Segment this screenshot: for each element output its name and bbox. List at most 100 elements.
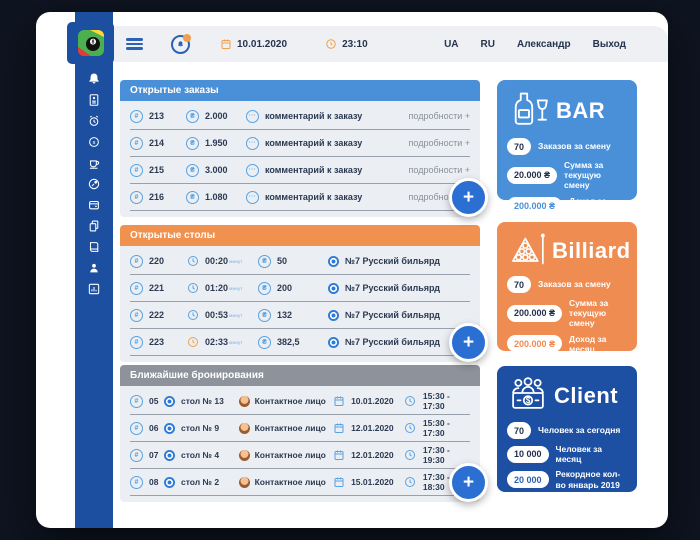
clock-icon <box>404 449 417 462</box>
lang-ru-button[interactable]: RU <box>481 39 495 50</box>
table-row[interactable]: #223 02:33минут ₴382,5 №7 Русский бильяр… <box>130 329 470 356</box>
sidebar-item-journal[interactable] <box>87 240 102 254</box>
calendar-icon <box>332 422 345 435</box>
order-row[interactable]: #215 ₴3.000 ···комментарий к заказу подр… <box>130 157 470 184</box>
sidebar-item-statistics[interactable] <box>87 282 102 296</box>
contact-avatar <box>239 477 250 488</box>
comment-icon: ··· <box>246 164 259 177</box>
currency-icon: ₴ <box>258 282 271 295</box>
wrench-icon <box>87 177 101 191</box>
sidebar-item-staff[interactable] <box>87 93 102 107</box>
number-icon: # <box>130 395 143 408</box>
add-booking-button[interactable]: + <box>449 463 488 502</box>
clock-icon <box>186 255 199 268</box>
add-table-button[interactable]: + <box>449 323 488 362</box>
user-menu[interactable]: Александр <box>517 39 571 50</box>
contact-avatar <box>239 450 250 461</box>
bar-bottle-glass-icon <box>507 89 551 133</box>
booking-date: 15.01.2020 <box>351 477 394 487</box>
order-comment: комментарий к заказу <box>265 165 362 175</box>
number-icon: # <box>130 282 143 295</box>
clock-icon-alert <box>186 336 199 349</box>
client-stats-card: $ Client 70Человек за сегодня 10 000Чело… <box>497 366 637 492</box>
table-row[interactable]: #221 01:20минут ₴200 №7 Русский бильярд <box>130 275 470 302</box>
time-unit: минут <box>229 313 243 318</box>
app-window: 8 8 1 <box>36 12 668 528</box>
details-link[interactable]: подробности + <box>409 138 470 148</box>
billiard-rack-icon <box>507 231 547 271</box>
section-title: Открытые заказы <box>130 85 219 96</box>
billiard-ball-icon <box>328 337 339 348</box>
number-icon: # <box>130 449 143 462</box>
sidebar-nav: 8 <box>75 12 113 528</box>
table-sum: 132 <box>277 310 292 320</box>
booking-row[interactable]: #06 стол № 9 Контактное лицо 12.01.2020 … <box>130 415 470 442</box>
clock-icon <box>186 282 199 295</box>
stat-label: Доход за месяц <box>569 334 627 354</box>
sidebar-item-cashbox[interactable] <box>87 198 102 212</box>
menu-icon[interactable] <box>126 38 143 50</box>
clock-icon <box>404 395 417 408</box>
sidebar-item-notifications[interactable] <box>87 72 102 86</box>
notifications-button[interactable] <box>171 35 190 54</box>
lang-ua-button[interactable]: UA <box>444 39 458 50</box>
order-row[interactable]: #213 ₴2.000 ···комментарий к заказу подр… <box>130 103 470 130</box>
order-sum: 2.000 <box>205 111 228 121</box>
booking-date: 12.01.2020 <box>351 423 394 433</box>
booking-time: 17:30 - 19:30 <box>423 445 470 465</box>
app-logo[interactable]: 8 <box>67 22 114 64</box>
stat-value: 20.000 ₴ <box>507 167 557 184</box>
table-name: №7 Русский бильярд <box>345 337 440 347</box>
booking-table: стол № 9 <box>181 423 219 433</box>
stat-label: Сумма за текущую смену <box>564 160 627 191</box>
order-row[interactable]: #214 ₴1.950 ···комментарий к заказу подр… <box>130 130 470 157</box>
svg-text:8: 8 <box>91 40 94 46</box>
section-title: Ближайшие бронирования <box>130 370 264 381</box>
section-title: Открытые столы <box>130 230 215 241</box>
order-sum: 1.080 <box>205 192 228 202</box>
person-icon <box>87 261 101 275</box>
open-tables-body: #220 00:20минут ₴50 №7 Русский бильярд #… <box>120 246 480 362</box>
calendar-icon <box>220 38 232 50</box>
logout-button[interactable]: Выход <box>593 39 626 50</box>
billiard-ball-icon <box>328 256 339 267</box>
sidebar-item-clients[interactable] <box>87 261 102 275</box>
currency-icon: ₴ <box>186 164 199 177</box>
table-sum: 382,5 <box>277 337 300 347</box>
booking-row[interactable]: #05 стол № 13 Контактное лицо 10.01.2020… <box>130 388 470 415</box>
sidebar-item-billiard[interactable]: 8 <box>87 135 102 149</box>
time-unit: минут <box>229 286 243 291</box>
sidebar-item-documents[interactable] <box>87 219 102 233</box>
table-sum: 200 <box>277 283 292 293</box>
table-row[interactable]: #222 00:53минут ₴132 №7 Русский бильярд <box>130 302 470 329</box>
calendar-icon <box>332 449 345 462</box>
date-text: 10.01.2020 <box>237 39 287 50</box>
stat-value: 70 <box>507 138 531 155</box>
table-row[interactable]: #220 00:20минут ₴50 №7 Русский бильярд <box>130 248 470 275</box>
card-title: Client <box>554 383 618 409</box>
order-row[interactable]: #216 ₴1.080 ···комментарий к заказу подр… <box>130 184 470 211</box>
stat-value: 70 <box>507 422 531 439</box>
stat-label: Рекордное кол-во январь 2019 <box>556 469 627 489</box>
sidebar-item-settings[interactable] <box>87 177 102 191</box>
table-name: №7 Русский бильярд <box>345 256 440 266</box>
currency-icon: ₴ <box>186 110 199 123</box>
add-order-button[interactable]: + <box>449 178 488 217</box>
app-logo-icon: 8 <box>77 29 105 57</box>
order-sum: 1.950 <box>205 138 228 148</box>
order-sum: 3.000 <box>205 165 228 175</box>
booking-row[interactable]: #07 стол № 4 Контактное лицо 12.01.2020 … <box>130 442 470 469</box>
sidebar-item-bar[interactable] <box>87 156 102 170</box>
details-link[interactable]: подробности + <box>409 165 470 175</box>
billiard-ball-icon <box>164 396 175 407</box>
calendar-icon <box>332 395 345 408</box>
currency-icon: ₴ <box>258 336 271 349</box>
book-icon <box>87 240 101 254</box>
booking-row[interactable]: #08 стол № 2 Контактное лицо 15.01.2020 … <box>130 469 470 496</box>
booking-contact: Контактное лицо <box>255 450 326 460</box>
details-link[interactable]: подробности + <box>409 111 470 121</box>
stat-label: Заказов за смену <box>538 279 611 289</box>
sidebar-item-shifts[interactable] <box>87 114 102 128</box>
booking-id: 08 <box>149 477 158 487</box>
number-icon: # <box>130 309 143 322</box>
